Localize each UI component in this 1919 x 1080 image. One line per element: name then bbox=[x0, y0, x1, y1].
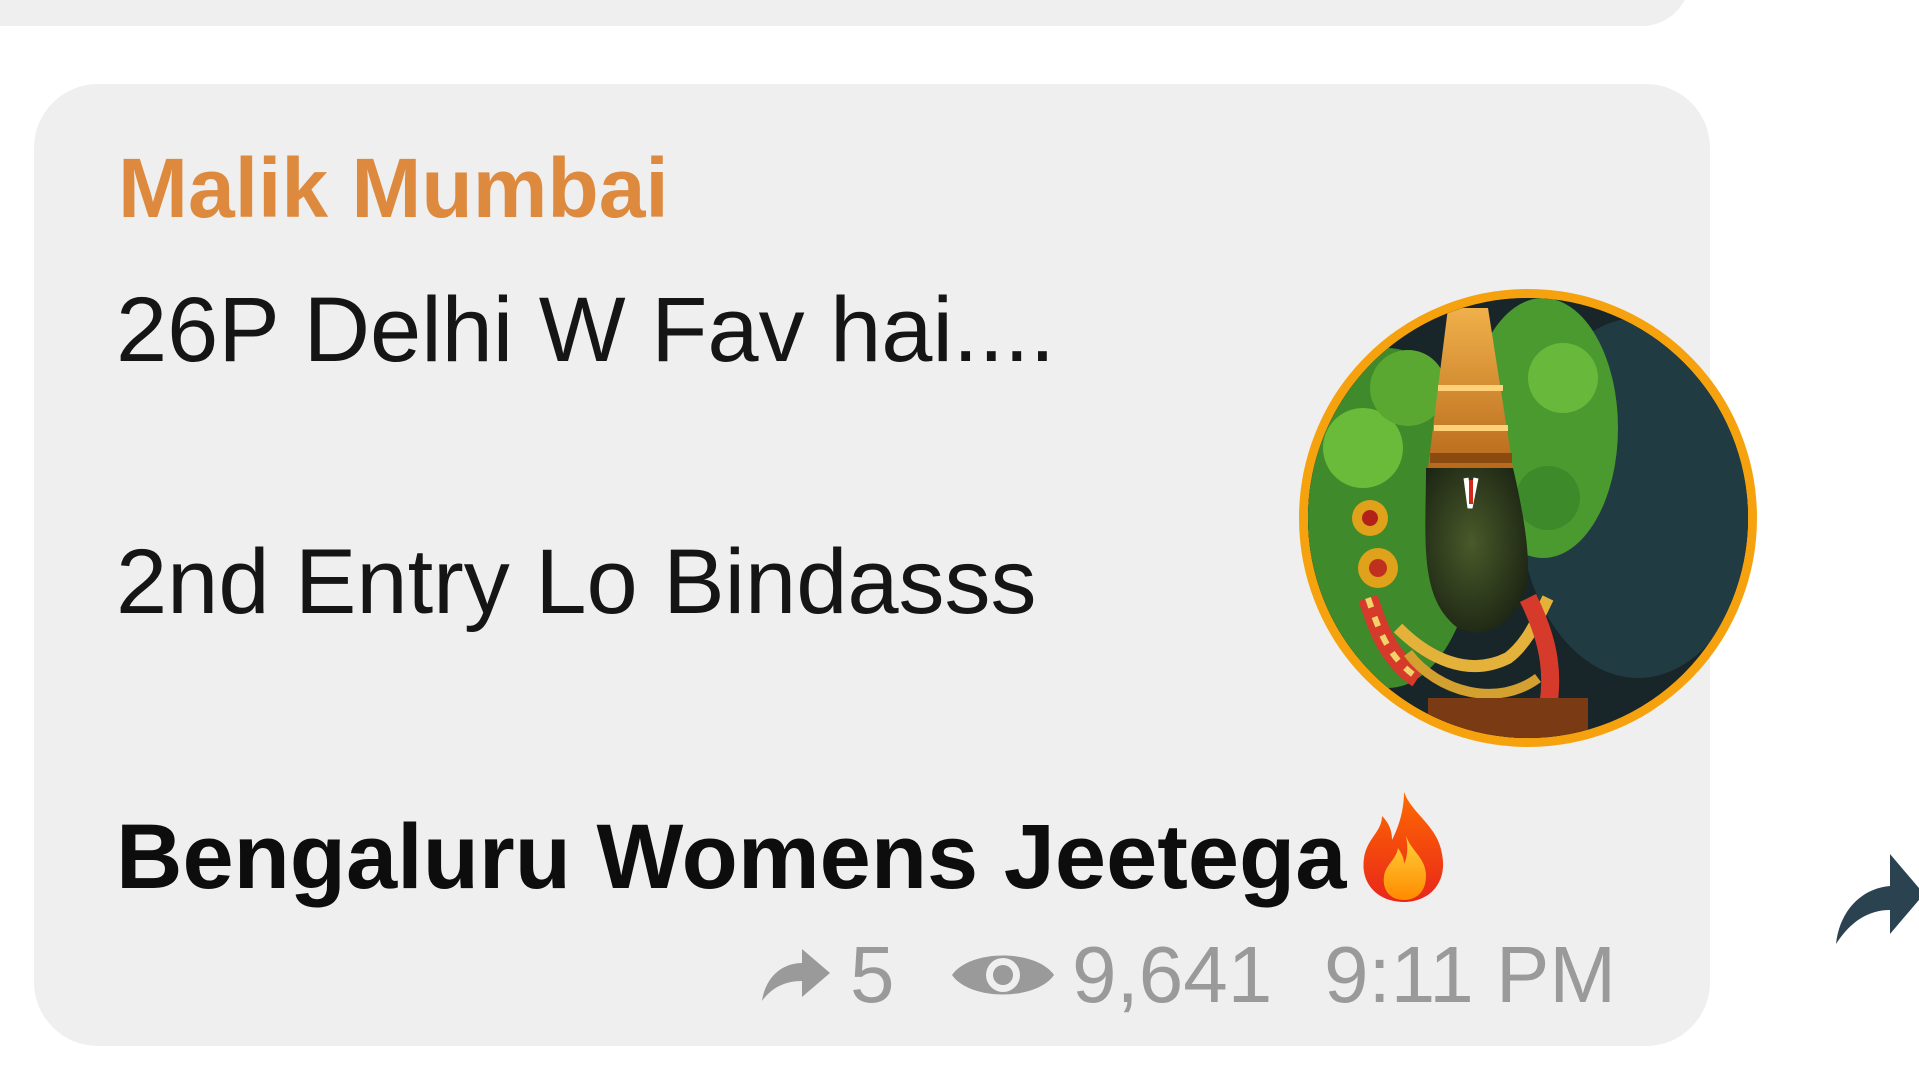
sender-name[interactable]: Malik Mumbai bbox=[118, 140, 669, 237]
share-button[interactable] bbox=[1834, 848, 1919, 948]
view-count: 9,641 bbox=[1072, 930, 1273, 1019]
message-line-3-text: Bengaluru Womens Jeetega bbox=[116, 806, 1347, 908]
channel-avatar[interactable] bbox=[1299, 289, 1757, 747]
message-line-3: Bengaluru Womens Jeetega bbox=[116, 788, 1458, 910]
previous-message-bubble bbox=[0, 0, 1690, 26]
message-time: 9:11 PM bbox=[1324, 930, 1616, 1019]
share-arrow-icon bbox=[1836, 854, 1919, 944]
eye-icon bbox=[948, 930, 1084, 1020]
message-line-1: 26P Delhi W Fav hai.... bbox=[116, 279, 1056, 381]
fire-icon bbox=[1352, 788, 1458, 904]
forward-count: 5 bbox=[850, 930, 895, 1019]
message-line-2: 2nd Entry Lo Bindasss bbox=[116, 531, 1037, 633]
forward-arrow-icon bbox=[760, 930, 832, 1020]
